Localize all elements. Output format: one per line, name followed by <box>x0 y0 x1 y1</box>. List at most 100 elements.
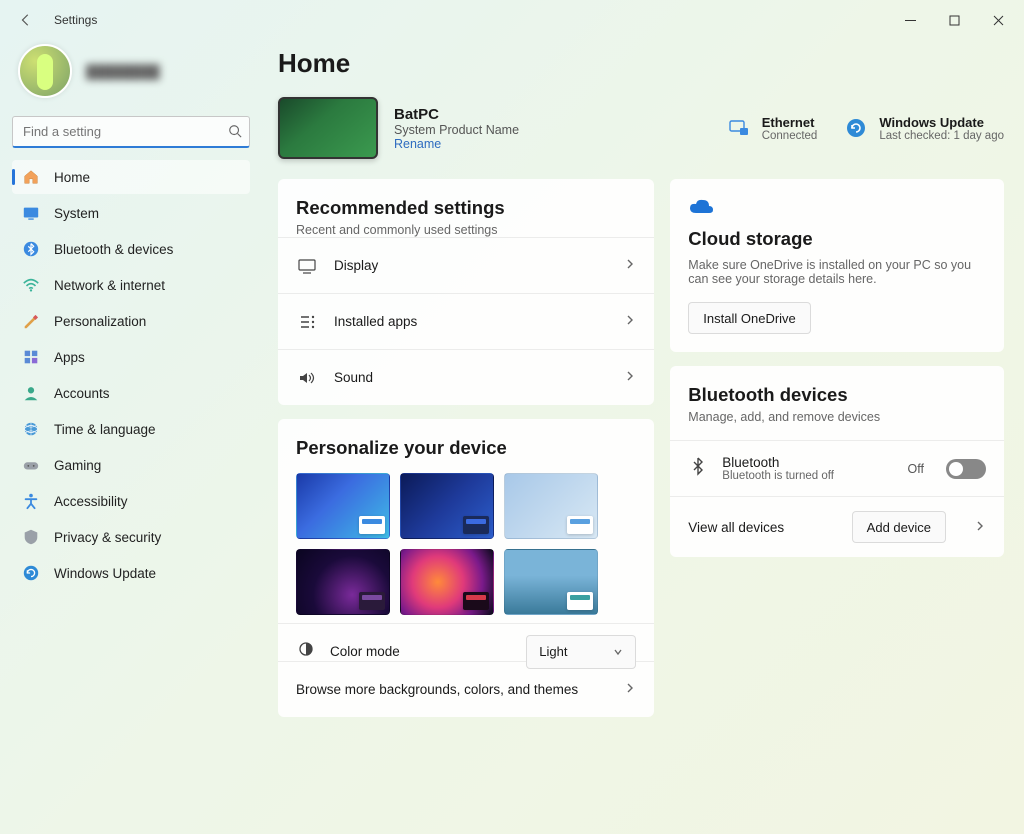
sidebar-item-label: Accounts <box>54 386 110 401</box>
color-mode-select[interactable]: Light <box>526 635 636 669</box>
card-recommended: Recommended settings Recent and commonly… <box>278 179 654 405</box>
sidebar-item-home[interactable]: Home <box>12 160 250 194</box>
gaming-icon <box>22 456 40 474</box>
sidebar-item-update[interactable]: Windows Update <box>12 556 250 590</box>
profile[interactable]: ████████ <box>12 40 250 116</box>
theme-option[interactable] <box>504 473 598 539</box>
theme-option[interactable] <box>504 549 598 615</box>
bluetooth-row-icon <box>688 456 708 481</box>
browse-more-row[interactable]: Browse more backgrounds, colors, and the… <box>278 661 654 717</box>
sound-icon <box>296 368 318 388</box>
profile-name: ████████ <box>86 64 160 79</box>
row-installed-apps[interactable]: Installed apps <box>278 293 654 349</box>
device-name: BatPC <box>394 106 519 123</box>
card-bluetooth: Bluetooth devices Manage, add, and remov… <box>670 366 1004 557</box>
color-mode-label: Color mode <box>330 644 512 659</box>
sidebar: ████████ Home System Bluetooth & devices… <box>12 40 260 822</box>
privacy-icon <box>22 528 40 546</box>
bluetooth-toggle-row: Bluetooth Bluetooth is turned off Off <box>670 440 1004 496</box>
row-sound[interactable]: Sound <box>278 349 654 405</box>
sidebar-item-label: Privacy & security <box>54 530 161 545</box>
status-sub: Connected <box>762 130 818 142</box>
home-icon <box>22 168 40 186</box>
view-all-link[interactable]: View all devices <box>688 520 784 535</box>
color-mode-value: Light <box>539 644 567 659</box>
accounts-icon <box>22 384 40 402</box>
window-title: Settings <box>54 13 97 27</box>
sidebar-item-gaming[interactable]: Gaming <box>12 448 250 482</box>
toggle-state-label: Off <box>908 462 924 476</box>
sidebar-item-label: Gaming <box>54 458 101 473</box>
sidebar-item-privacy[interactable]: Privacy & security <box>12 520 250 554</box>
status-sub: Last checked: 1 day ago <box>879 130 1004 142</box>
bluetooth-toggle[interactable] <box>946 459 986 479</box>
sidebar-item-label: System <box>54 206 99 221</box>
device-thumbnail <box>278 97 378 159</box>
status-title: Ethernet <box>762 115 818 130</box>
sidebar-item-label: Bluetooth & devices <box>54 242 173 257</box>
device-product: System Product Name <box>394 123 519 137</box>
sidebar-item-label: Windows Update <box>54 566 156 581</box>
avatar <box>18 44 72 98</box>
device-info: BatPC System Product Name Rename <box>394 106 519 151</box>
sidebar-item-network[interactable]: Network & internet <box>12 268 250 302</box>
toggle-sub: Bluetooth is turned off <box>722 470 834 482</box>
minimize-button[interactable] <box>888 5 932 35</box>
search-icon <box>228 124 242 143</box>
card-personalize: Personalize your device Color mode Li <box>278 419 654 717</box>
chevron-down-icon <box>613 647 623 657</box>
sidebar-item-personalization[interactable]: Personalization <box>12 304 250 338</box>
sidebar-item-label: Network & internet <box>54 278 165 293</box>
row-label: Display <box>334 258 608 273</box>
chevron-right-icon <box>624 313 636 331</box>
status-ethernet[interactable]: Ethernet Connected <box>726 115 818 142</box>
row-label: Installed apps <box>334 314 608 329</box>
card-title: Personalize your device <box>296 437 636 459</box>
apps-icon <box>22 348 40 366</box>
browse-label: Browse more backgrounds, colors, and the… <box>296 682 578 697</box>
status-update[interactable]: Windows Update Last checked: 1 day ago <box>843 115 1004 142</box>
installed-apps-icon <box>296 312 318 332</box>
close-button[interactable] <box>976 5 1020 35</box>
theme-option[interactable] <box>400 549 494 615</box>
cloud-icon <box>688 197 986 222</box>
network-icon <box>22 276 40 294</box>
card-desc: Make sure OneDrive is installed on your … <box>688 258 986 286</box>
sidebar-item-label: Home <box>54 170 90 185</box>
theme-option[interactable] <box>400 473 494 539</box>
add-device-button[interactable]: Add device <box>852 511 946 543</box>
sidebar-item-bluetooth[interactable]: Bluetooth & devices <box>12 232 250 266</box>
sidebar-item-time[interactable]: Time & language <box>12 412 250 446</box>
sidebar-item-system[interactable]: System <box>12 196 250 230</box>
card-cloud: Cloud storage Make sure OneDrive is inst… <box>670 179 1004 352</box>
ethernet-icon <box>726 115 752 141</box>
sidebar-item-accessibility[interactable]: Accessibility <box>12 484 250 518</box>
theme-option[interactable] <box>296 473 390 539</box>
display-icon <box>296 256 318 276</box>
main: Home BatPC System Product Name Rename Et… <box>260 40 1012 822</box>
chevron-right-icon <box>624 369 636 387</box>
card-desc: Recent and commonly used settings <box>296 223 636 237</box>
chevron-right-icon <box>624 257 636 275</box>
bluetooth-view-row: View all devices Add device <box>670 496 1004 557</box>
sidebar-item-apps[interactable]: Apps <box>12 340 250 374</box>
search-input[interactable] <box>12 116 250 148</box>
row-label: Sound <box>334 370 608 385</box>
bluetooth-icon <box>22 240 40 258</box>
time-icon <box>22 420 40 438</box>
titlebar: Settings <box>0 0 1024 40</box>
sidebar-item-accounts[interactable]: Accounts <box>12 376 250 410</box>
accessibility-icon <box>22 492 40 510</box>
rename-link[interactable]: Rename <box>394 137 519 151</box>
search <box>12 116 250 148</box>
system-icon <box>22 204 40 222</box>
theme-option[interactable] <box>296 549 390 615</box>
back-button[interactable] <box>12 6 40 34</box>
install-onedrive-button[interactable]: Install OneDrive <box>688 302 810 334</box>
card-title: Recommended settings <box>296 197 636 219</box>
card-desc: Manage, add, and remove devices <box>688 410 986 424</box>
update-icon <box>22 564 40 582</box>
row-display[interactable]: Display <box>278 237 654 293</box>
maximize-button[interactable] <box>932 5 976 35</box>
chevron-right-icon[interactable] <box>974 520 986 535</box>
